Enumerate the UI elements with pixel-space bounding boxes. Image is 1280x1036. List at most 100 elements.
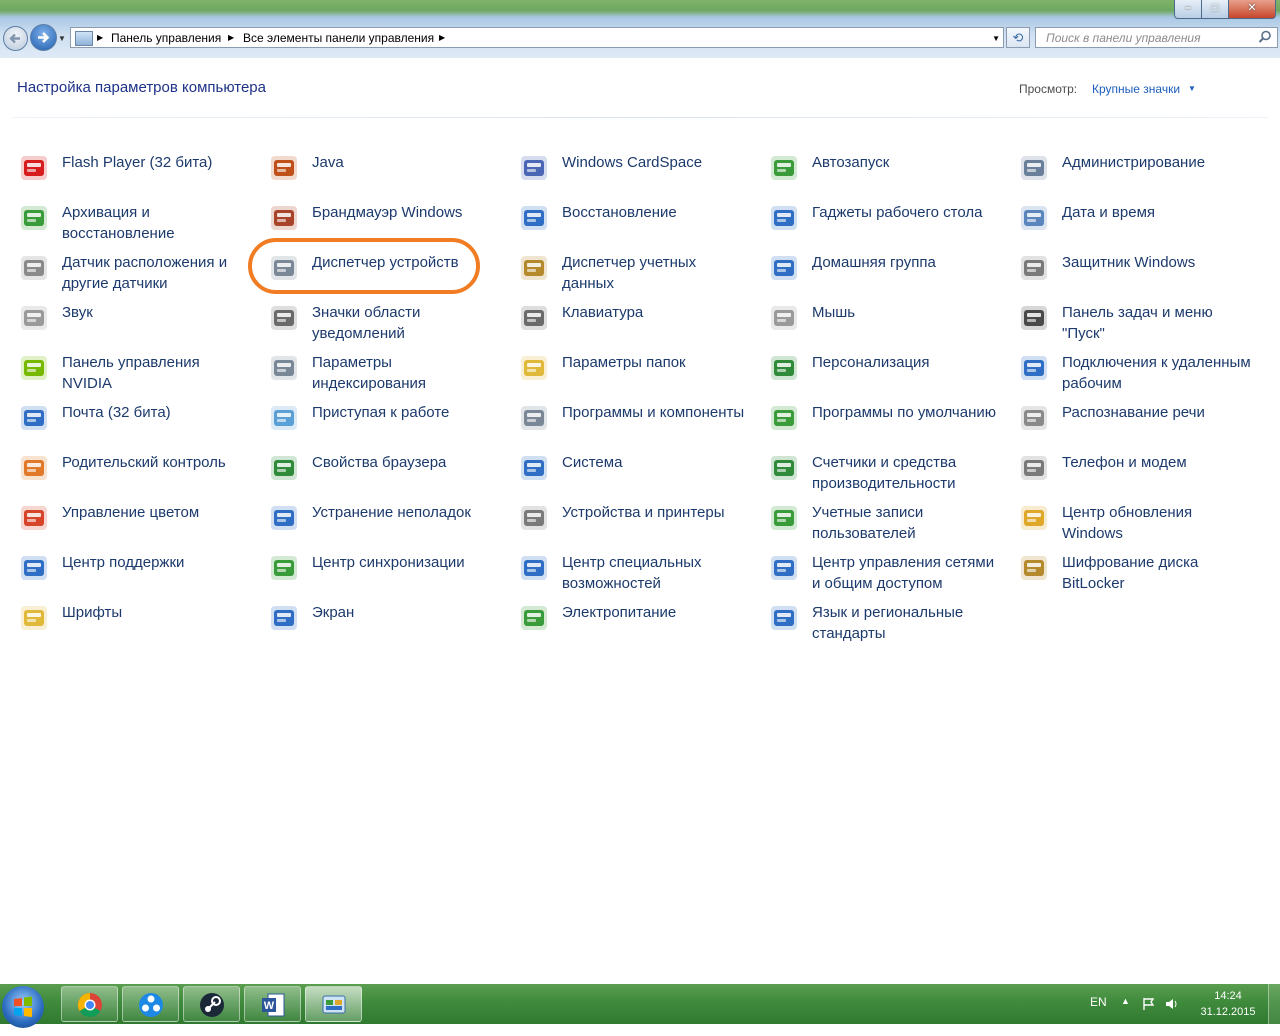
volume-icon[interactable] bbox=[1164, 996, 1180, 1012]
address-bar[interactable]: ▶ Панель управления ▶ Все элементы панел… bbox=[70, 27, 1004, 48]
control-panel-item[interactable]: Восстановление bbox=[518, 202, 750, 248]
item-label: Устранение неполадок bbox=[312, 504, 471, 521]
breadcrumb-control-panel[interactable]: Панель управления bbox=[111, 31, 221, 45]
control-panel-item[interactable]: Архивация и восстановление bbox=[18, 202, 250, 248]
taskbar-app-button[interactable] bbox=[122, 986, 179, 1022]
control-panel-item[interactable]: Язык и региональные стандарты bbox=[768, 602, 1000, 648]
chevron-down-icon[interactable]: ▼ bbox=[1188, 84, 1196, 93]
item-label: Центр управления сетями и общим доступом bbox=[812, 554, 995, 592]
date-time-icon bbox=[1021, 206, 1047, 230]
control-panel-item[interactable]: Мышь bbox=[768, 302, 1000, 348]
control-panel-item[interactable]: Гаджеты рабочего стола bbox=[768, 202, 1000, 248]
windows-update-icon bbox=[1021, 506, 1047, 530]
control-panel-item[interactable]: Параметры папок bbox=[518, 352, 750, 398]
control-panel-item[interactable]: Flash Player (32 бита) bbox=[18, 152, 250, 198]
control-panel-item[interactable]: Автозапуск bbox=[768, 152, 1000, 198]
control-panel-item[interactable]: Windows CardSpace bbox=[518, 152, 750, 198]
control-panel-item[interactable]: Программы и компоненты bbox=[518, 402, 750, 448]
control-panel-item[interactable]: Почта (32 бита) bbox=[18, 402, 250, 448]
control-panel-item[interactable]: Панель задач и меню "Пуск" bbox=[1018, 302, 1250, 348]
item-label: Автозапуск bbox=[812, 154, 890, 171]
control-panel-item[interactable]: Счетчики и средства производительности bbox=[768, 452, 1000, 498]
show-desktop-button[interactable] bbox=[1268, 984, 1280, 1024]
forward-arrow-icon bbox=[38, 32, 50, 43]
breadcrumb-all-items[interactable]: Все элементы панели управления bbox=[243, 31, 434, 45]
control-panel-item[interactable]: Управление цветом bbox=[18, 502, 250, 548]
gadgets-icon bbox=[771, 206, 797, 230]
color-management-icon bbox=[21, 506, 47, 530]
chevron-right-icon[interactable]: ▶ bbox=[228, 33, 234, 42]
sensor-icon bbox=[21, 256, 47, 280]
control-panel-item[interactable]: Параметры индексирования bbox=[268, 352, 500, 398]
control-panel-item[interactable]: Центр специальных возможностей bbox=[518, 552, 750, 598]
language-indicator[interactable]: EN bbox=[1090, 995, 1107, 1035]
personalization-icon bbox=[771, 356, 797, 380]
taskbar-word-button[interactable]: W bbox=[244, 986, 301, 1022]
search-icon[interactable] bbox=[1258, 30, 1272, 44]
control-panel-item[interactable]: Родительский контроль bbox=[18, 452, 250, 498]
history-dropdown-icon[interactable]: ▼ bbox=[58, 34, 66, 43]
control-panel-item[interactable]: Значки области уведомлений bbox=[268, 302, 500, 348]
item-label: Flash Player (32 бита) bbox=[62, 154, 213, 171]
refresh-button[interactable]: ⟲ bbox=[1006, 27, 1030, 48]
notification-icons-icon bbox=[271, 306, 297, 330]
control-panel-item[interactable]: Телефон и модем bbox=[1018, 452, 1250, 498]
control-panel-item[interactable]: Персонализация bbox=[768, 352, 1000, 398]
control-panel-item[interactable]: Подключения к удаленным рабочим bbox=[1018, 352, 1251, 398]
taskbar-steam-button[interactable] bbox=[183, 986, 240, 1022]
item-label: Система bbox=[562, 454, 623, 471]
address-dropdown-icon[interactable]: ▼ bbox=[992, 34, 1000, 43]
control-panel-item[interactable]: Шрифты bbox=[18, 602, 250, 648]
item-label: Параметры индексирования bbox=[312, 354, 426, 392]
control-panel-item[interactable]: Электропитание bbox=[518, 602, 750, 648]
control-panel-item[interactable]: Звук bbox=[18, 302, 250, 348]
back-button[interactable] bbox=[3, 26, 28, 51]
control-panel-item[interactable]: Распознавание речи bbox=[1018, 402, 1250, 448]
item-label: Родительский контроль bbox=[62, 454, 226, 471]
sync-center-icon bbox=[271, 556, 297, 580]
taskbar-chrome-button[interactable] bbox=[61, 986, 118, 1022]
chevron-right-icon[interactable]: ▶ bbox=[97, 33, 103, 42]
start-button[interactable] bbox=[2, 986, 44, 1028]
close-button[interactable]: ✕ bbox=[1228, 0, 1276, 19]
control-panel-item[interactable]: Свойства браузера bbox=[268, 452, 500, 498]
control-panel-item[interactable]: Центр управления сетями и общим доступом bbox=[768, 552, 1000, 598]
chevron-right-icon[interactable]: ▶ bbox=[439, 33, 445, 42]
control-panel-item[interactable]: Датчик расположения и другие датчики bbox=[18, 252, 250, 298]
control-panel-item[interactable]: Экран bbox=[268, 602, 500, 648]
control-panel-item[interactable]: Диспетчер учетных данных bbox=[518, 252, 750, 298]
view-mode-dropdown[interactable]: Крупные значки bbox=[1092, 82, 1180, 96]
clock[interactable]: 14:24 31.12.2015 bbox=[1193, 988, 1263, 1020]
system-icon bbox=[521, 456, 547, 480]
clock-time: 14:24 bbox=[1214, 990, 1242, 1002]
control-panel-item[interactable]: Система bbox=[518, 452, 750, 498]
control-panel-item[interactable]: Java bbox=[268, 152, 500, 198]
minimize-button[interactable]: – bbox=[1174, 0, 1202, 19]
taskbar-control-panel-button[interactable] bbox=[305, 986, 362, 1022]
control-panel-item[interactable]: Центр поддержки bbox=[18, 552, 250, 598]
control-panel-item[interactable]: Дата и время bbox=[1018, 202, 1250, 248]
control-panel-item[interactable]: Клавиатура bbox=[518, 302, 750, 348]
control-panel-item[interactable]: Защитник Windows bbox=[1018, 252, 1250, 298]
item-label: Экран bbox=[312, 604, 355, 621]
control-panel-item[interactable]: Программы по умолчанию bbox=[768, 402, 1000, 448]
control-panel-item[interactable]: Учетные записи пользователей bbox=[768, 502, 1000, 548]
control-panel-item[interactable]: Центр обновления Windows bbox=[1018, 502, 1250, 548]
search-input[interactable] bbox=[1044, 30, 1258, 46]
maximize-button[interactable]: □ bbox=[1201, 0, 1229, 19]
control-panel-item[interactable]: Центр синхронизации bbox=[268, 552, 500, 598]
control-panel-item[interactable]: Администрирование bbox=[1018, 152, 1250, 198]
search-box[interactable] bbox=[1035, 27, 1278, 48]
item-label: Брандмауэр Windows bbox=[312, 204, 463, 221]
mouse-icon bbox=[771, 306, 797, 330]
forward-button[interactable] bbox=[30, 24, 57, 51]
control-panel-item[interactable]: Шифрование диска BitLocker bbox=[1018, 552, 1250, 598]
control-panel-item[interactable]: Приступая к работе bbox=[268, 402, 500, 448]
control-panel-item[interactable]: Панель управления NVIDIA bbox=[18, 352, 250, 398]
control-panel-item[interactable]: Домашняя группа bbox=[768, 252, 1000, 298]
microphone-icon bbox=[1021, 406, 1047, 430]
tray-expand-icon[interactable]: ▲ bbox=[1121, 996, 1130, 1036]
control-panel-item[interactable]: Устранение неполадок bbox=[268, 502, 500, 548]
control-panel-item[interactable]: Устройства и принтеры bbox=[518, 502, 750, 548]
action-center-flag-icon[interactable] bbox=[1141, 996, 1157, 1012]
